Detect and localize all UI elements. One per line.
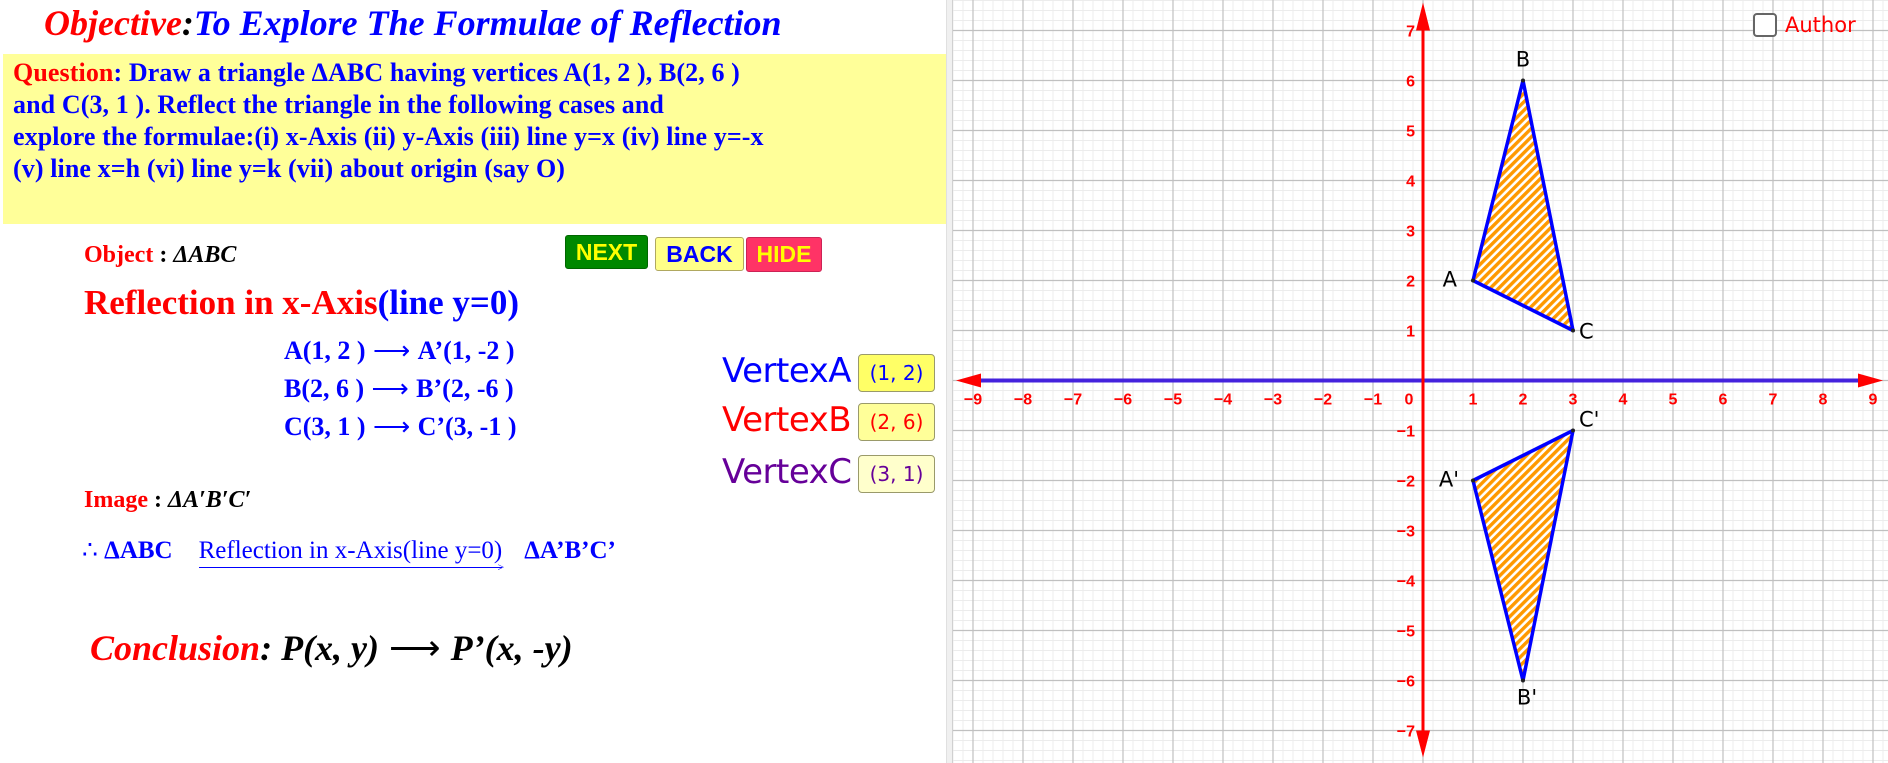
question-line-4: (v) line x=h (vi) line y=k (vii) about o…: [13, 154, 566, 183]
mapping-row-b: B(2, 6 ) ⟶ B’(2, -6 ): [284, 374, 514, 403]
vertex-c-label: VertexC: [722, 452, 852, 492]
question-line-1: Question: Draw a triangle ΔABC having ve…: [13, 58, 740, 87]
triangle-abc[interactable]: [1471, 78, 1575, 333]
y-axis-arrow-up-icon: [1416, 2, 1430, 31]
x-axis-arrow-left-icon: [956, 373, 981, 388]
next-button[interactable]: NEXT: [565, 235, 648, 269]
therefore-object: ΔABC: [104, 537, 173, 564]
vertex-label: A: [1443, 268, 1458, 292]
vertex-point[interactable]: [1571, 428, 1575, 433]
vertex-label: B: [1516, 48, 1530, 72]
triangle-a-prime-b-prime-c-prime[interactable]: [1471, 428, 1575, 683]
y-tick-label: 7: [1406, 24, 1415, 41]
x-tick-label: 7: [1769, 392, 1778, 409]
x-tick-label: 1: [1469, 392, 1478, 409]
conclusion-label: Conclusion: [90, 628, 261, 668]
mapping-row-c: C(3, 1 ) ⟶ C’(3, -1 ): [284, 412, 517, 441]
x-tick-label: 9: [1869, 392, 1878, 409]
reflection-title: Reflection in x-Axis(line y=0): [84, 283, 520, 322]
y-tick-label: 5: [1406, 124, 1415, 141]
y-tick-label: 3: [1406, 224, 1415, 241]
x-tick-label: −2: [1314, 392, 1332, 409]
x-tick-label: −8: [1014, 392, 1032, 409]
y-tick-label: −6: [1397, 674, 1415, 691]
author-checkbox[interactable]: Author: [1753, 13, 1856, 37]
y-tick-label: 1: [1406, 324, 1415, 341]
x-tick-label: 2: [1519, 392, 1528, 409]
object-label: Object : ΔABC: [84, 242, 237, 268]
image-value: ΔA′B′C′: [167, 487, 252, 513]
conclusion-to: P’(x, -y): [450, 628, 573, 668]
x-tick-label: −3: [1264, 392, 1282, 409]
panel-divider[interactable]: [946, 0, 953, 763]
checkbox-icon[interactable]: [1753, 13, 1777, 37]
x-tick-label: 0: [1405, 392, 1414, 409]
x-tick-label: 4: [1619, 392, 1628, 409]
y-tick-label: −1: [1397, 424, 1415, 441]
x-tick-label: −6: [1114, 392, 1132, 409]
vertex-point[interactable]: [1471, 478, 1475, 483]
object-value: ΔABC: [173, 242, 237, 268]
x-tick-label: −9: [964, 392, 982, 409]
objective-text: To Explore The Formulae of Reflection: [193, 3, 782, 43]
x-tick-label: −5: [1164, 392, 1182, 409]
mapping-row-a: A(1, 2 ) ⟶ A’(1, -2 ): [284, 336, 515, 365]
y-tick-label: 4: [1406, 174, 1415, 191]
therefore-statement: ∴ ΔABC Reflection in x-Axis(line y=0) > ΔA’…: [82, 535, 616, 574]
y-tick-label: −4: [1397, 574, 1415, 591]
vertex-b-input[interactable]: (2, 6): [858, 403, 935, 441]
y-tick-label: −3: [1397, 524, 1415, 541]
y-tick-label: 6: [1406, 74, 1415, 91]
vertex-label: A': [1439, 468, 1459, 492]
coordinate-plane[interactable]: −9 −8 −7 −6 −5 −4 −3 −2 −1 0 1 2 3 4 5 6 7 8 9 −7 −6 −5 −4 −3 −2…: [953, 0, 1888, 763]
conclusion-arrow: ⟶: [389, 628, 441, 668]
vertex-a-label: VertexA: [722, 351, 852, 391]
vertex-c-input[interactable]: (3, 1): [858, 455, 935, 493]
vertex-point[interactable]: [1521, 678, 1525, 683]
question-line-2: and C(3, 1 ). Reflect the triangle in th…: [13, 90, 664, 119]
conclusion: Conclusion: P(x, y) ⟶ P’(x, -y): [90, 628, 573, 668]
hide-button[interactable]: HIDE: [746, 237, 822, 272]
vertex-label: C: [1579, 320, 1594, 344]
conclusion-from: P(x, y): [281, 628, 380, 668]
vertex-label: C': [1579, 408, 1599, 432]
x-tick-label: 5: [1669, 392, 1678, 409]
graphics-view[interactable]: −9 −8 −7 −6 −5 −4 −3 −2 −1 0 1 2 3 4 5 6 7 8 9 −7 −6 −5 −4 −3 −2…: [953, 0, 1888, 763]
y-tick-label: −7: [1397, 724, 1415, 741]
question-label: Question: [13, 58, 114, 87]
relation-underline: [198, 567, 503, 568]
image-label: Image : ΔA′B′C′: [84, 487, 252, 513]
question-line-3: explore the formulae:(i) x-Axis (ii) y-A…: [13, 122, 764, 151]
vertex-point[interactable]: [1571, 328, 1575, 333]
x-tick-label: −7: [1064, 392, 1082, 409]
vertex-label: B': [1517, 686, 1537, 710]
y-tick-label: −5: [1397, 624, 1415, 641]
vertex-b-label: VertexB: [722, 400, 852, 440]
left-panel: Objective:To Explore The Formulae of Ref…: [0, 0, 946, 763]
x-tick-label: −1: [1364, 392, 1382, 409]
vertex-point[interactable]: [1471, 278, 1475, 283]
x-axis-arrow-right-icon: [1858, 373, 1883, 388]
therefore-image: ΔA’B’C’: [524, 537, 616, 564]
objective-colon: :: [181, 3, 194, 43]
objective-prefix: Objective: [44, 3, 182, 43]
arrow-head-icon: >: [497, 560, 505, 574]
x-tick-label: 6: [1719, 392, 1728, 409]
question-box: Question: Draw a triangle ΔABC having ve…: [3, 54, 946, 224]
x-tick-label: 8: [1819, 392, 1828, 409]
y-tick-label: 2: [1406, 274, 1415, 291]
y-tick-label: −2: [1397, 474, 1415, 491]
objective-title: Objective:To Explore The Formulae of Ref…: [44, 2, 782, 44]
author-label: Author: [1785, 13, 1856, 37]
y-axis-arrow-down-icon: [1416, 730, 1430, 758]
x-tick-label: −4: [1214, 392, 1232, 409]
back-button[interactable]: BACK: [655, 237, 744, 271]
vertex-a-input[interactable]: (1, 2): [858, 354, 935, 392]
therefore-symbol: ∴: [82, 537, 98, 564]
x-tick-label: 3: [1569, 392, 1578, 409]
vertex-point[interactable]: [1521, 78, 1525, 83]
relation-arrow: Reflection in x-Axis(line y=0) >: [198, 537, 505, 574]
